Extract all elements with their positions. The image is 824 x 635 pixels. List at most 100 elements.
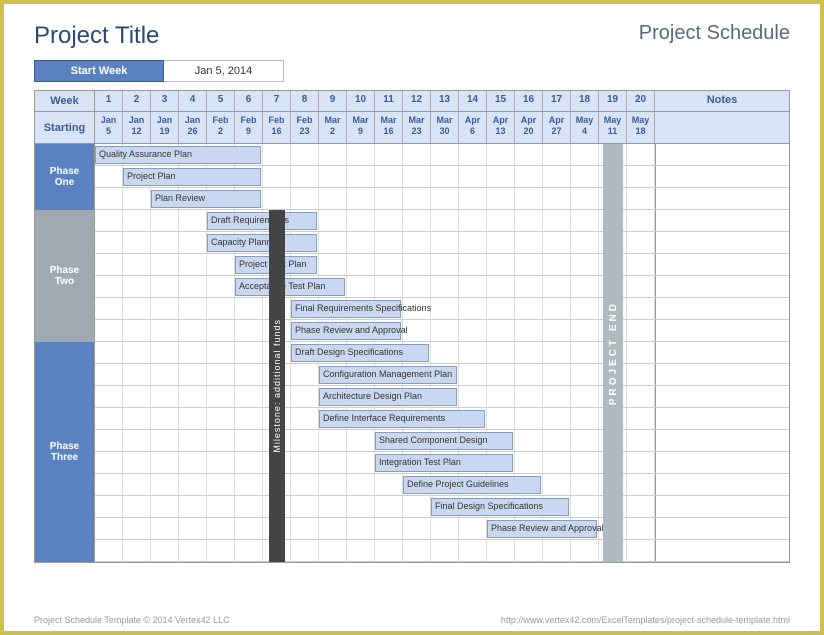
week-num: 7 (263, 91, 291, 111)
project-end-bar: PROJECT END (603, 144, 623, 562)
week-num: 16 (515, 91, 543, 111)
notes-cell[interactable] (655, 452, 789, 473)
start-week-value[interactable]: Jan 5, 2014 (164, 60, 284, 82)
week-num: 9 (319, 91, 347, 111)
week-date: May18 (627, 112, 655, 143)
week-date: Feb23 (291, 112, 319, 143)
gantt-row (35, 276, 789, 298)
footer-link[interactable]: http://www.vertex42.com/ExcelTemplates/p… (501, 615, 790, 625)
notes-cell[interactable] (655, 320, 789, 341)
gantt-row (35, 496, 789, 518)
week-date: Mar23 (403, 112, 431, 143)
week-date: Apr13 (487, 112, 515, 143)
page-subtitle: Project Schedule (639, 22, 790, 50)
week-num: 19 (599, 91, 627, 111)
gantt-row (35, 254, 789, 276)
gantt-row (35, 320, 789, 342)
gantt-bar[interactable]: Draft Requirements (207, 212, 317, 230)
start-week-label: Start Week (34, 60, 164, 82)
phase-label: PhaseOne (35, 144, 95, 210)
week-date: Jan5 (95, 112, 123, 143)
notes-header-2 (655, 112, 789, 143)
gantt-bar[interactable]: Draft Design Specifications (291, 344, 429, 362)
week-header: Week (35, 91, 95, 111)
week-num: 10 (347, 91, 375, 111)
notes-cell[interactable] (655, 496, 789, 517)
starting-header: Starting (35, 112, 95, 143)
gantt-row (35, 210, 789, 232)
gantt-row (35, 540, 789, 562)
gantt-grid: Week1234567891011121314151617181920Notes… (34, 90, 790, 563)
footer-copyright: Project Schedule Template © 2014 Vertex4… (34, 615, 230, 625)
notes-cell[interactable] (655, 342, 789, 363)
week-date: Apr6 (459, 112, 487, 143)
week-date: Apr27 (543, 112, 571, 143)
gantt-bar[interactable]: Acceptance Test Plan (235, 278, 345, 296)
week-num: 12 (403, 91, 431, 111)
gantt-row (35, 518, 789, 540)
week-date: Mar9 (347, 112, 375, 143)
gantt-bar[interactable]: Quality Assurance Plan (95, 146, 261, 164)
week-num: 4 (179, 91, 207, 111)
milestone-bar: Milestone: additional funds (269, 210, 285, 562)
gantt-row (35, 232, 789, 254)
week-num: 8 (291, 91, 319, 111)
notes-cell[interactable] (655, 166, 789, 187)
project-title: Project Title (34, 22, 159, 50)
phase-label: PhaseThree (35, 342, 95, 562)
week-num: 6 (235, 91, 263, 111)
gantt-bar[interactable]: Define Interface Requirements (319, 410, 485, 428)
week-num: 11 (375, 91, 403, 111)
week-date: Feb2 (207, 112, 235, 143)
week-date: Jan26 (179, 112, 207, 143)
week-date: May11 (599, 112, 627, 143)
notes-cell[interactable] (655, 408, 789, 429)
notes-cell[interactable] (655, 254, 789, 275)
notes-cell[interactable] (655, 210, 789, 231)
week-num: 20 (627, 91, 655, 111)
notes-cell[interactable] (655, 232, 789, 253)
notes-cell[interactable] (655, 518, 789, 539)
week-date: Jan19 (151, 112, 179, 143)
phase-label: PhaseTwo (35, 210, 95, 342)
notes-cell[interactable] (655, 386, 789, 407)
week-num: 3 (151, 91, 179, 111)
week-date: Mar16 (375, 112, 403, 143)
notes-cell[interactable] (655, 540, 789, 561)
notes-cell[interactable] (655, 430, 789, 451)
week-num: 15 (487, 91, 515, 111)
gantt-bar[interactable]: Integration Test Plan (375, 454, 513, 472)
notes-cell[interactable] (655, 298, 789, 319)
week-num: 2 (123, 91, 151, 111)
notes-cell[interactable] (655, 276, 789, 297)
gantt-bar[interactable]: Capacity Planning (207, 234, 317, 252)
week-date: Jan12 (123, 112, 151, 143)
gantt-bar[interactable]: Configuration Management Plan (319, 366, 457, 384)
week-date: Feb16 (263, 112, 291, 143)
gantt-bar[interactable]: Phase Review and Approval (291, 322, 401, 340)
week-date: May4 (571, 112, 599, 143)
week-num: 14 (459, 91, 487, 111)
notes-cell[interactable] (655, 144, 789, 165)
gantt-bar[interactable]: Final Design Specifications (431, 498, 569, 516)
week-date: Mar30 (431, 112, 459, 143)
gantt-bar[interactable]: Final Requirements Specifications (291, 300, 401, 318)
week-num: 13 (431, 91, 459, 111)
gantt-bar[interactable]: Plan Review (151, 190, 261, 208)
notes-cell[interactable] (655, 474, 789, 495)
week-date: Feb9 (235, 112, 263, 143)
week-date: Mar2 (319, 112, 347, 143)
gantt-bar[interactable]: Architecture Design Plan (319, 388, 457, 406)
gantt-bar[interactable]: Project Plan (123, 168, 261, 186)
notes-cell[interactable] (655, 188, 789, 209)
week-num: 5 (207, 91, 235, 111)
gantt-bar[interactable]: Phase Review and Approval (487, 520, 597, 538)
week-num: 18 (571, 91, 599, 111)
gantt-bar[interactable]: Define Project Guidelines (403, 476, 541, 494)
gantt-row (35, 188, 789, 210)
week-num: 17 (543, 91, 571, 111)
notes-header: Notes (655, 91, 789, 111)
gantt-bar[interactable]: Shared Component Design (375, 432, 513, 450)
notes-cell[interactable] (655, 364, 789, 385)
week-date: Apr20 (515, 112, 543, 143)
